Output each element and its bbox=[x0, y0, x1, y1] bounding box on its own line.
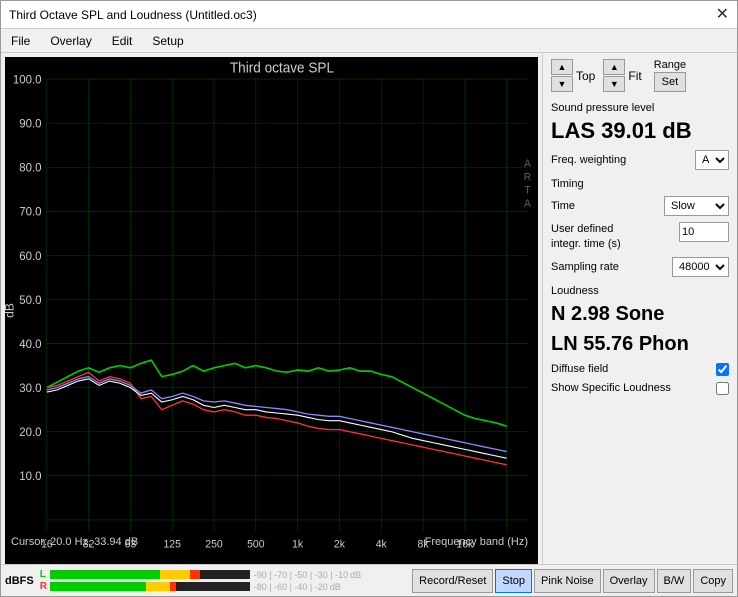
pink-noise-button[interactable]: Pink Noise bbox=[534, 569, 601, 593]
copy-button[interactable]: Copy bbox=[693, 569, 733, 593]
freq-weighting-row: Freq. weighting A B C Z bbox=[551, 150, 729, 170]
right-panel: ▲ ▼ Top ▲ ▼ Fit Range Set bbox=[542, 53, 737, 564]
meter-r-row: R -80 | -60 | -40 | -20 dB bbox=[40, 581, 406, 592]
svg-text:A: A bbox=[524, 198, 532, 210]
show-specific-loudness-row: Show Specific Loudness bbox=[551, 382, 729, 395]
loudness-value-1: N 2.98 Sone bbox=[551, 301, 729, 327]
cursor-text: Cursor: 20.0 Hz, 33.94 dB bbox=[11, 536, 138, 548]
nav-row: ▲ ▼ Top ▲ ▼ Fit Range Set bbox=[551, 59, 729, 92]
svg-text:40.0: 40.0 bbox=[19, 337, 42, 351]
bottom-buttons: Record/Reset Stop Pink Noise Overlay B/W… bbox=[412, 569, 733, 593]
meter-r-channel: R bbox=[40, 581, 48, 592]
chart-container: 100.0 90.0 80.0 70.0 60.0 50.0 40.0 30.0… bbox=[5, 57, 538, 564]
svg-text:100.0: 100.0 bbox=[13, 72, 42, 86]
spl-section-label: Sound pressure level bbox=[551, 102, 729, 114]
fit-down-button[interactable]: ▼ bbox=[603, 76, 625, 92]
sampling-rate-select[interactable]: 44100 48000 96000 bbox=[672, 257, 729, 277]
svg-text:20.0: 20.0 bbox=[19, 425, 42, 439]
user-defined-input[interactable] bbox=[679, 222, 729, 242]
menu-bar: File Overlay Edit Setup bbox=[1, 29, 737, 53]
svg-text:60.0: 60.0 bbox=[19, 249, 42, 263]
menu-setup[interactable]: Setup bbox=[148, 32, 187, 50]
range-label: Range bbox=[654, 59, 686, 71]
title-bar: Third Octave SPL and Loudness (Untitled.… bbox=[1, 1, 737, 29]
svg-text:90.0: 90.0 bbox=[19, 116, 42, 130]
svg-text:80.0: 80.0 bbox=[19, 160, 42, 174]
set-button[interactable]: Set bbox=[654, 72, 686, 92]
freq-band-text: Frequency band (Hz) bbox=[425, 536, 528, 548]
menu-file[interactable]: File bbox=[7, 32, 34, 50]
meter-r-db: dB bbox=[330, 582, 341, 592]
svg-text:10.0: 10.0 bbox=[19, 469, 42, 483]
top-up-button[interactable]: ▲ bbox=[551, 59, 573, 75]
meter-r-ticks: -80 | -60 | -40 | -20 bbox=[254, 582, 328, 592]
loudness-value-2: LN 55.76 Phon bbox=[551, 331, 729, 357]
sampling-rate-row: Sampling rate 44100 48000 96000 bbox=[551, 257, 729, 277]
time-label: Time bbox=[551, 200, 575, 212]
stop-button[interactable]: Stop bbox=[495, 569, 532, 593]
meter-l-channel: L bbox=[40, 569, 48, 580]
record-reset-button[interactable]: Record/Reset bbox=[412, 569, 493, 593]
meter-l-db: dB bbox=[350, 570, 361, 580]
svg-text:70.0: 70.0 bbox=[19, 204, 42, 218]
meter-l-bar bbox=[50, 570, 250, 579]
svg-text:R: R bbox=[524, 171, 532, 183]
time-select[interactable]: Slow Fast Impulse bbox=[664, 196, 729, 216]
bottom-bar: dBFS L -90 | -70 | -50 | -30 | -10 dB R bbox=[1, 564, 737, 596]
bw-button[interactable]: B/W bbox=[657, 569, 692, 593]
window-title: Third Octave SPL and Loudness (Untitled.… bbox=[9, 8, 257, 22]
sampling-rate-label: Sampling rate bbox=[551, 261, 619, 273]
meter-l-ticks: -90 | -70 | -50 | -30 | -10 bbox=[254, 570, 348, 580]
svg-text:500: 500 bbox=[247, 538, 264, 550]
top-label: Top bbox=[576, 69, 595, 83]
svg-text:dB: dB bbox=[5, 303, 16, 318]
range-group: Range Set bbox=[654, 59, 686, 92]
chart-wrapper: 100.0 90.0 80.0 70.0 60.0 50.0 40.0 30.0… bbox=[1, 53, 542, 564]
loudness-section-label: Loudness bbox=[551, 285, 729, 297]
svg-text:125: 125 bbox=[163, 538, 180, 550]
svg-text:50.0: 50.0 bbox=[19, 293, 42, 307]
meter-r-bar bbox=[50, 582, 250, 591]
diffuse-field-checkbox[interactable] bbox=[716, 363, 729, 376]
menu-edit[interactable]: Edit bbox=[108, 32, 137, 50]
diffuse-field-row: Diffuse field bbox=[551, 363, 729, 376]
svg-text:1k: 1k bbox=[292, 538, 304, 550]
meter-l-row: L -90 | -70 | -50 | -30 | -10 dB bbox=[40, 569, 406, 580]
timing-section-label: Timing bbox=[551, 178, 729, 190]
spl-value: LAS 39.01 dB bbox=[551, 118, 729, 144]
top-down-button[interactable]: ▼ bbox=[551, 76, 573, 92]
close-button[interactable]: ✕ bbox=[716, 7, 729, 23]
user-defined-row: User defined integr. time (s) bbox=[551, 222, 729, 251]
svg-text:A: A bbox=[524, 158, 532, 170]
level-meter: L -90 | -70 | -50 | -30 | -10 dB R -80 |… bbox=[40, 569, 406, 592]
dbfs-label: dBFS bbox=[5, 575, 34, 587]
overlay-button[interactable]: Overlay bbox=[603, 569, 655, 593]
svg-text:T: T bbox=[524, 184, 531, 196]
user-defined-label: User defined integr. time (s) bbox=[551, 222, 621, 251]
diffuse-field-label: Diffuse field bbox=[551, 363, 608, 375]
freq-weighting-label: Freq. weighting bbox=[551, 154, 626, 166]
chart-svg: 100.0 90.0 80.0 70.0 60.0 50.0 40.0 30.0… bbox=[5, 57, 538, 564]
fit-nav: ▲ ▼ Fit bbox=[603, 59, 641, 92]
svg-text:2k: 2k bbox=[334, 538, 346, 550]
show-specific-loudness-checkbox[interactable] bbox=[716, 382, 729, 395]
main-window: Third Octave SPL and Loudness (Untitled.… bbox=[0, 0, 738, 597]
menu-overlay[interactable]: Overlay bbox=[46, 32, 95, 50]
svg-text:250: 250 bbox=[205, 538, 222, 550]
svg-text:30.0: 30.0 bbox=[19, 381, 42, 395]
freq-weighting-select[interactable]: A B C Z bbox=[695, 150, 729, 170]
fit-label: Fit bbox=[628, 69, 641, 83]
top-nav: ▲ ▼ Top bbox=[551, 59, 595, 92]
main-content: 100.0 90.0 80.0 70.0 60.0 50.0 40.0 30.0… bbox=[1, 53, 737, 564]
svg-text:4k: 4k bbox=[376, 538, 388, 550]
svg-text:Third octave SPL: Third octave SPL bbox=[230, 59, 334, 75]
show-specific-loudness-label: Show Specific Loudness bbox=[551, 382, 671, 394]
time-row: Time Slow Fast Impulse bbox=[551, 196, 729, 216]
fit-up-button[interactable]: ▲ bbox=[603, 59, 625, 75]
